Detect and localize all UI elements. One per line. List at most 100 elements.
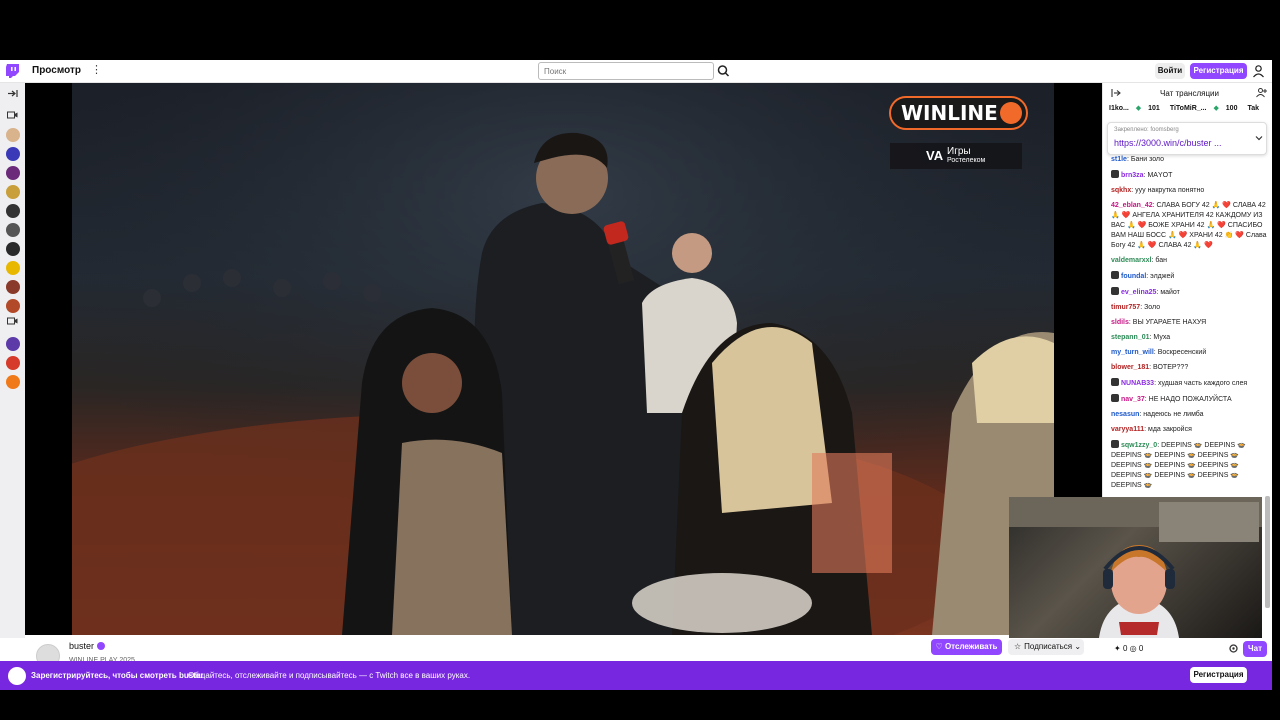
gift-leader-name: I1ko... [1109, 105, 1129, 112]
user-icon[interactable] [1252, 64, 1265, 78]
gift-leader-amount: 101 [1148, 105, 1160, 112]
verified-icon [97, 642, 105, 650]
gem-icon: ◆ [1133, 105, 1144, 112]
page: Просмотр ⋮ Войти Регистрация [0, 0, 1280, 720]
chat-message: sqw1zzy_0: DEEPINS 🍲 DEEPINS 🍲 DEEPINS 🍲… [1111, 440, 1268, 491]
pinned-label: Закреплено: foomsberg [1114, 127, 1179, 133]
user-badge-icon[interactable] [1111, 394, 1119, 402]
gem-icon: ◆ [1211, 105, 1221, 112]
chat-send-button[interactable]: Чат [1243, 641, 1267, 657]
chat-username[interactable]: brn3za [1121, 172, 1144, 179]
page-scrollbar[interactable] [1265, 496, 1270, 608]
banner-signup-button[interactable]: Регистрация [1190, 667, 1247, 683]
channel-avatar[interactable] [6, 375, 20, 389]
chat-text: ууу накрутка понятно [1135, 187, 1205, 194]
camera-icon [7, 317, 18, 325]
pinned-message[interactable]: Закреплено: foomsberg https://3000.win/c… [1107, 122, 1267, 155]
browse-link[interactable]: Просмотр [32, 65, 81, 76]
chat-message: timur757: Золо [1111, 303, 1268, 313]
search-input[interactable] [538, 62, 714, 80]
chat-username[interactable]: stepann_01 [1111, 334, 1150, 341]
more-menu-icon[interactable]: ⋮ [91, 63, 102, 77]
user-badge-icon[interactable] [1111, 170, 1119, 178]
chevron-down-icon[interactable] [1255, 134, 1263, 142]
channel-avatar[interactable] [6, 147, 20, 161]
chat-username[interactable]: 42_eblan_42 [1111, 202, 1153, 209]
users-icon[interactable] [1256, 87, 1267, 98]
chat-text: ВОТЕР??? [1153, 364, 1189, 371]
chat-text: МАYОТ [1147, 172, 1173, 179]
chat-username[interactable]: ev_elina25 [1121, 289, 1156, 296]
chat-username[interactable]: sqw1zzy_0 [1121, 442, 1157, 449]
chat-username[interactable]: valdemarxxl [1111, 257, 1151, 264]
channel-avatar[interactable] [6, 166, 20, 180]
heart-icon: ♡ [935, 642, 945, 651]
chat-username[interactable]: nav_37 [1121, 396, 1145, 403]
chat-message: stepann_01: Муха [1111, 333, 1268, 343]
chat-text: худшая часть каждого слея [1157, 380, 1248, 387]
partner-logo: VA Игры Ростелеком [890, 143, 1022, 169]
chat-header: Чат трансляции [1103, 83, 1272, 103]
collapse-chat-icon[interactable] [1111, 88, 1121, 98]
video-player[interactable]: WINLINE VA Игры Ростелеком [25, 83, 1102, 635]
channel-avatar[interactable] [6, 337, 20, 351]
chat-message: foundal: элджей [1111, 271, 1268, 282]
pinned-link[interactable]: https://3000.win/c/buster ... [1114, 138, 1222, 148]
user-badge-icon[interactable] [1111, 271, 1119, 279]
subscribe-button[interactable]: ☆ Подписаться ⌄ [1008, 639, 1084, 655]
chat-text: элджей [1150, 273, 1175, 280]
chat-message: nav_37: НЕ НАДО ПОЖАЛУЙСТА [1111, 394, 1268, 405]
gift-leader-name: TiToMiR_... [1169, 105, 1207, 112]
user-badge-icon[interactable] [1111, 378, 1119, 386]
channel-avatar[interactable] [6, 280, 20, 294]
expand-icon[interactable] [7, 88, 18, 99]
chat-log: st1le: Бани золо brn3za: МАYОТ sqkhx: ууу … [1111, 155, 1268, 500]
channel-avatar[interactable] [6, 299, 20, 313]
gift-leader[interactable]: I1ko... ◆ 101 [1109, 105, 1165, 112]
chat-username[interactable]: st1le [1111, 156, 1127, 163]
channel-avatar[interactable] [6, 223, 20, 237]
chat-username[interactable]: nesasun [1111, 411, 1139, 418]
gift-leader-name: Tak [1247, 105, 1260, 112]
chevron-down-icon: ⌄ [1072, 642, 1082, 651]
chat-username[interactable]: timur757 [1111, 304, 1140, 311]
chat-text: Золо [1144, 304, 1161, 311]
user-badge-icon[interactable] [1111, 440, 1119, 448]
gear-icon[interactable] [1228, 643, 1239, 654]
gift-leader[interactable]: Tak [1247, 105, 1264, 112]
chat-username[interactable]: sldils [1111, 319, 1129, 326]
gift-leader[interactable]: TiToMiR_... ◆ 100 [1170, 105, 1243, 112]
channel-avatar[interactable] [6, 185, 20, 199]
chat-text: НЕ НАДО ПОЖАЛУЙСТА [1148, 396, 1232, 403]
streamer-name[interactable]: buster [69, 641, 94, 651]
chat-message: nesasun: надеюсь не лимба [1111, 410, 1268, 420]
partner-line1: Игры [947, 146, 971, 157]
chat-text: Воскресенский [1157, 349, 1207, 356]
chat-username[interactable]: sqkhx [1111, 187, 1131, 194]
chat-input-row: ✦ 0 ◎ 0 Чат [1102, 638, 1272, 660]
chat-message: blower_181: ВОТЕР??? [1111, 363, 1268, 373]
chat-username[interactable]: blower_181 [1111, 364, 1149, 371]
chat-username[interactable]: my_turn_will [1111, 349, 1154, 356]
channel-avatar[interactable] [6, 261, 20, 275]
chat-username[interactable]: NUNAB33 [1121, 380, 1154, 387]
login-button[interactable]: Войти [1155, 63, 1185, 79]
gift-leaderboard[interactable]: I1ko... ◆ 101 TiToMiR_... ◆ 100 Tak [1109, 104, 1272, 118]
left-rail [0, 83, 25, 638]
twitch-logo-icon[interactable] [6, 64, 19, 78]
channel-avatar[interactable] [6, 242, 20, 256]
chat-username[interactable]: varyya111 [1111, 426, 1144, 433]
user-badge-icon[interactable] [1111, 287, 1119, 295]
chat-text: Бани золо [1130, 156, 1164, 163]
chat-username[interactable]: foundal [1121, 273, 1146, 280]
channel-avatar[interactable] [6, 204, 20, 218]
partner-line2: Ростелеком [947, 157, 986, 164]
search-icon[interactable] [715, 62, 732, 80]
channel-points[interactable]: ✦ 0 ◎ 0 [1114, 644, 1143, 653]
signup-button[interactable]: Регистрация [1190, 63, 1247, 79]
banner-text: Общайтесь, отслеживайте и подписывайтесь… [188, 671, 471, 680]
channel-avatar[interactable] [6, 356, 20, 370]
channel-avatar[interactable] [6, 128, 20, 142]
follow-button[interactable]: ♡ Отслеживать [931, 639, 1002, 655]
chat-text: СЛАВА БОГУ 42 🙏 ❤️ СЛАВА 42 🙏 ❤️ АНГЕЛА … [1111, 202, 1267, 249]
